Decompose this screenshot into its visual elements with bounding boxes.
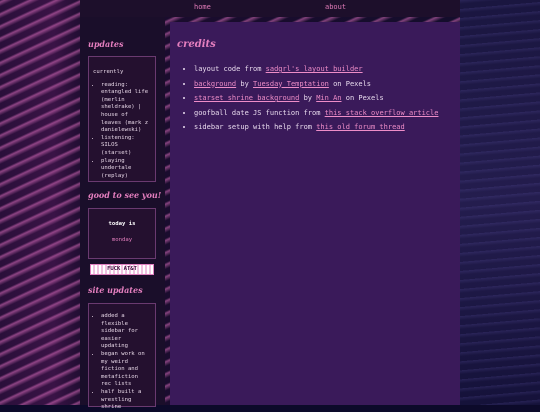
fuck-att-button[interactable]: FUCK AT&T — [90, 264, 154, 275]
credit-text: on Pexels — [341, 94, 384, 102]
credit-link[interactable]: Min An — [316, 94, 341, 102]
background-image-right — [460, 0, 540, 405]
greeting-heading: good to see you! — [88, 190, 162, 200]
today-value: monday — [111, 236, 133, 243]
currently-label: currently — [93, 69, 124, 75]
credit-text: by — [299, 94, 317, 102]
credit-item: goofball date JS function from this stac… — [194, 106, 454, 121]
main-content: credits layout code from sadgrl's layout… — [170, 22, 460, 405]
site-update-item: added a flexible sidebar for easier upda… — [101, 313, 151, 351]
credit-text: by — [236, 79, 254, 88]
currently-item: reading: entangled life (merlin sheldrak… — [101, 82, 151, 135]
credit-link[interactable]: this stack overflow article — [325, 109, 439, 117]
credit-item: starset shrine background by Min An on P… — [194, 91, 454, 106]
credit-text: sidebar setup with help from — [194, 123, 317, 131]
credit-item: layout code from sadgrl's layout builder — [194, 62, 454, 77]
site-update-item: began work on my weird fiction and metaf… — [101, 351, 151, 389]
nav-home-link[interactable]: home — [194, 3, 211, 11]
page-title: credits — [177, 39, 216, 50]
credit-item: background by Tuesday Temptation on Pexe… — [194, 77, 454, 92]
credit-text: goofball date JS function from — [194, 108, 325, 117]
credit-link[interactable]: sadgrl's layout builder — [266, 65, 363, 73]
credit-link[interactable]: Tuesday Temptation — [253, 80, 329, 88]
credit-text: layout code from — [194, 65, 266, 73]
sidebar: updates currently reading: entangled lif… — [80, 17, 165, 410]
currently-box: currently reading: entangled life (merli… — [88, 56, 156, 182]
site-update-item: half built a wrestling shrine — [101, 389, 151, 412]
currently-item: playing undertale (replay) — [101, 158, 151, 181]
today-label: today is — [108, 221, 136, 227]
nav-about-link[interactable]: about — [325, 3, 346, 11]
top-nav: home about — [80, 0, 460, 17]
site-updates-heading: site updates — [88, 285, 143, 295]
today-box: today is monday — [88, 208, 156, 259]
credits-list: layout code from sadgrl's layout builder… — [194, 62, 454, 135]
currently-item: listening: SILOS (starset) — [101, 135, 151, 158]
updates-heading: updates — [88, 39, 124, 49]
credit-text: on Pexels — [328, 79, 372, 88]
credit-link[interactable]: this old forum thread — [316, 123, 405, 131]
credit-link[interactable]: background — [194, 80, 236, 88]
site-updates-box: added a flexible sidebar for easier upda… — [88, 303, 156, 410]
credit-item: sidebar setup with help from this old fo… — [194, 120, 454, 135]
credit-link[interactable]: starset shrine background — [194, 94, 299, 102]
